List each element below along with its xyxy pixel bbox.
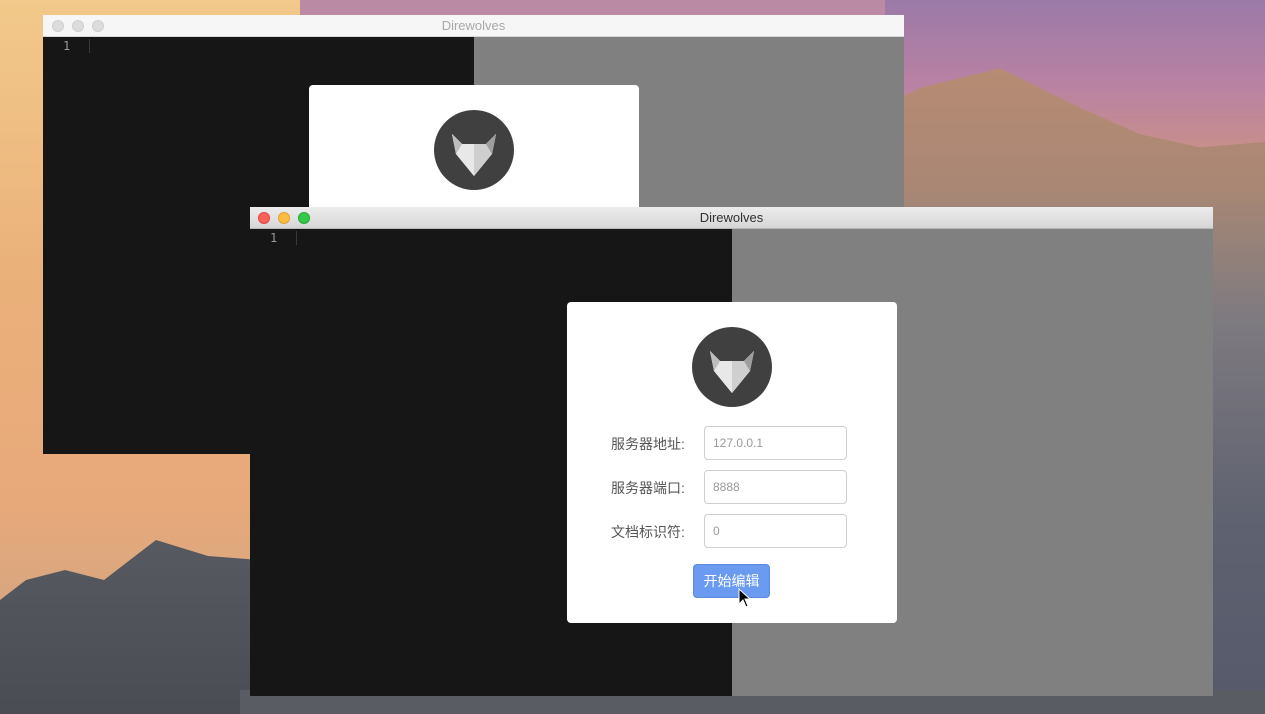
front-window[interactable]: Direwolves 1 服务器地址: 服务器端口: 文档标识符: 开始编辑 [250,207,1213,696]
line-number: 1 [270,231,278,245]
start-editing-button[interactable]: 开始编辑 [693,564,770,598]
window-title: Direwolves [699,210,764,225]
window-titlebar[interactable]: Direwolves [43,15,904,37]
mouse-cursor-icon [738,588,752,608]
document-id-label: 文档标识符: [611,524,685,540]
line-number: 1 [63,39,71,53]
fox-logo-icon [692,327,772,407]
document-id-input[interactable] [704,514,847,548]
server-address-label: 服务器地址: [611,436,685,452]
server-port-input[interactable] [704,470,847,504]
window-title: Direwolves [441,18,506,33]
server-port-label: 服务器端口: [611,480,685,496]
window-titlebar[interactable]: Direwolves [250,207,1213,229]
connect-dialog: 服务器地址: 服务器端口: 文档标识符: 开始编辑 [567,302,897,623]
fox-logo-icon [434,110,514,190]
server-address-input[interactable] [704,426,847,460]
